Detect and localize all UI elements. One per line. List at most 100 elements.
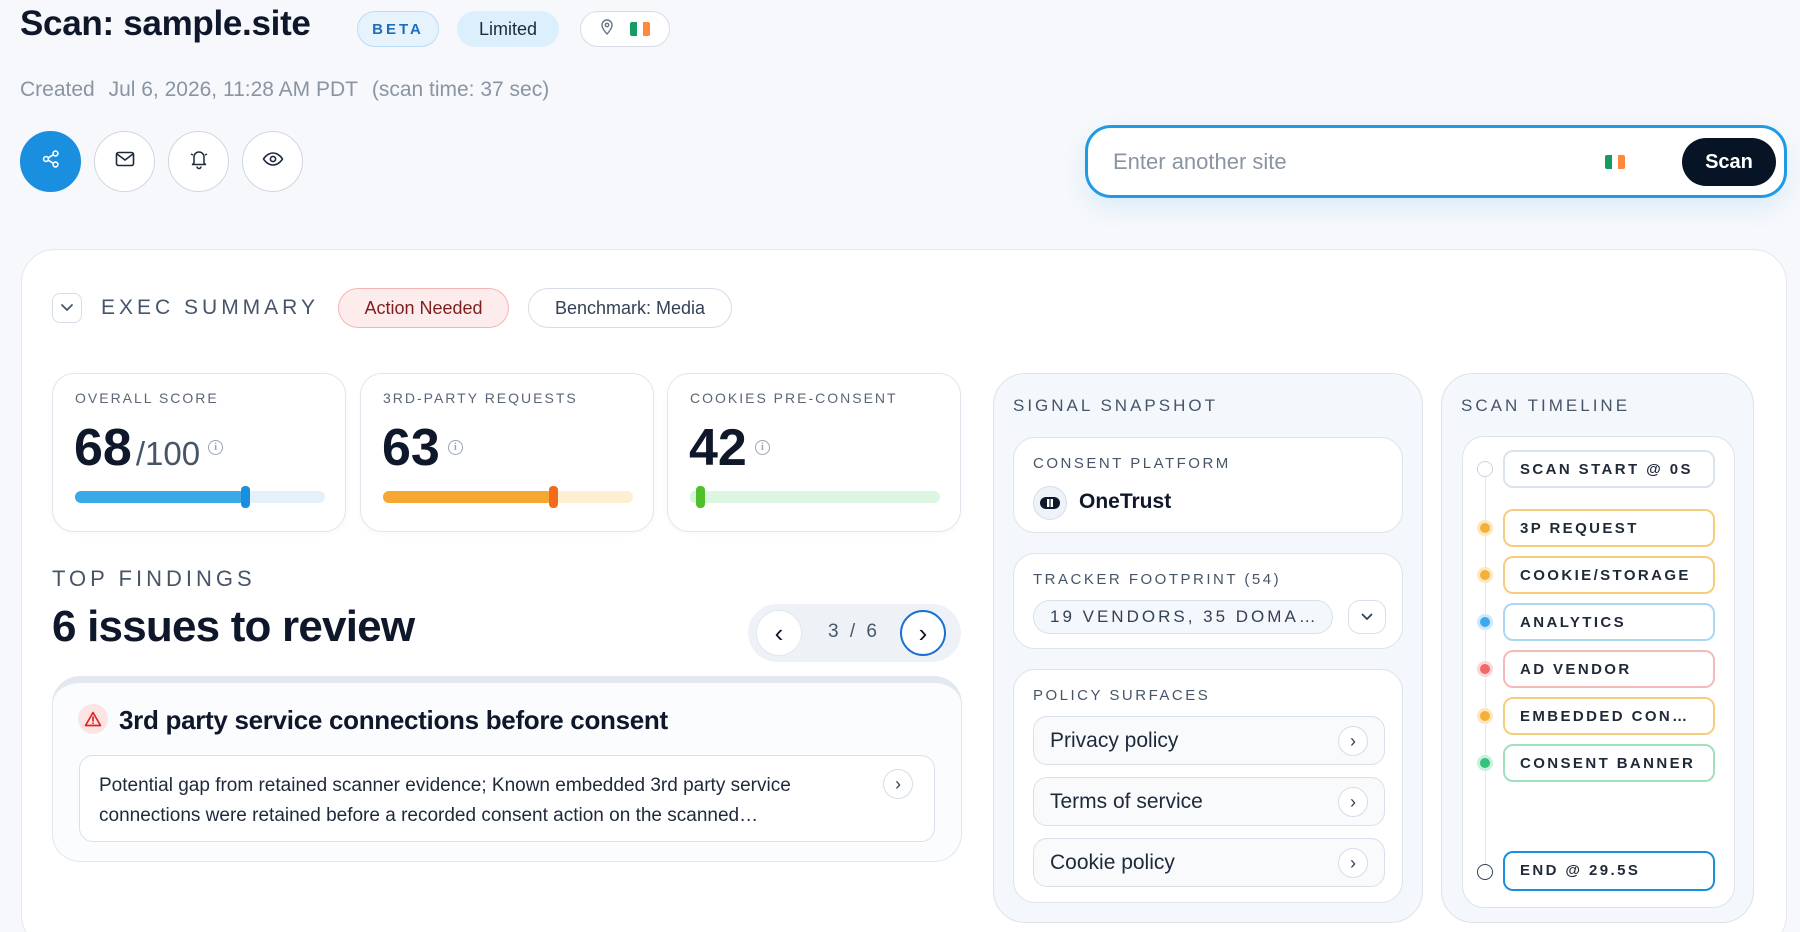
policy-label: Terms of service xyxy=(1050,790,1203,813)
timeline-event[interactable]: CONSENT BANNER xyxy=(1503,744,1715,782)
collapse-button[interactable] xyxy=(52,293,82,323)
progress-fill xyxy=(75,491,245,503)
timeline-event[interactable]: AD VENDOR xyxy=(1503,650,1715,688)
consent-platform-label: CONSENT PLATFORM xyxy=(1033,455,1231,472)
chevron-right-icon: › xyxy=(1338,787,1368,817)
chevron-down-icon xyxy=(60,299,74,317)
timeline-dot xyxy=(1477,614,1493,630)
next-finding-button[interactable]: › xyxy=(900,610,946,656)
metric-card-overall-score: OVERALL SCORE 68/100 i xyxy=(52,373,346,532)
metric-progress-bar xyxy=(690,486,940,508)
policy-surfaces-card: POLICY SURFACES Privacy policy › Terms o… xyxy=(1013,669,1403,903)
policy-label: Cookie policy xyxy=(1050,851,1175,874)
watch-button[interactable] xyxy=(242,131,303,192)
site-search-input[interactable] xyxy=(1113,140,1583,184)
timeline-event[interactable]: COOKIE/STORAGE xyxy=(1503,556,1715,594)
email-button[interactable] xyxy=(94,131,155,192)
warning-icon xyxy=(78,704,108,734)
tracker-footprint-card: TRACKER FOOTPRINT (54) 19 VENDORS, 35 DO… xyxy=(1013,553,1403,649)
progress-thumb xyxy=(696,486,705,508)
timeline-event[interactable]: 3P REQUEST xyxy=(1503,509,1715,547)
tracker-footprint-value: 19 VENDORS, 35 DOMAINS xyxy=(1033,600,1333,634)
timeline-dot xyxy=(1477,567,1493,583)
expand-trackers-button[interactable] xyxy=(1348,600,1386,634)
metric-progress-bar xyxy=(75,486,325,508)
exec-summary-title: EXEC SUMMARY xyxy=(101,296,319,319)
progress-thumb xyxy=(241,486,250,508)
timeline-event[interactable]: SCAN START @ 0S xyxy=(1503,450,1715,488)
metric-card-cookies-pre-consent: COOKIES PRE-CONSENT 42 i xyxy=(667,373,961,532)
beta-badge: BETA xyxy=(357,11,439,47)
scan-button[interactable]: Scan xyxy=(1682,138,1776,186)
info-icon[interactable]: i xyxy=(208,439,224,455)
finding-description: Potential gap from retained scanner evid… xyxy=(99,775,791,826)
eye-icon xyxy=(262,151,284,172)
policy-link-terms[interactable]: Terms of service › xyxy=(1033,777,1385,826)
mail-icon xyxy=(115,151,135,172)
onetrust-logo-icon xyxy=(1033,486,1067,520)
policy-link-cookie[interactable]: Cookie policy › xyxy=(1033,838,1385,887)
timeline-dot xyxy=(1477,520,1493,536)
chevron-down-icon xyxy=(1361,608,1373,626)
chevron-right-icon: › xyxy=(1338,726,1368,756)
signal-snapshot-title: SIGNAL SNAPSHOT xyxy=(1013,396,1218,415)
policy-link-privacy[interactable]: Privacy policy › xyxy=(1033,716,1385,765)
findings-pager: ‹ 3 / 6 › xyxy=(748,604,961,662)
info-icon[interactable]: i xyxy=(447,439,463,455)
finding-detail[interactable]: Potential gap from retained scanner evid… xyxy=(79,755,935,842)
chevron-right-icon: › xyxy=(1338,848,1368,878)
policy-surfaces-label: POLICY SURFACES xyxy=(1033,687,1211,704)
previous-finding-button[interactable]: ‹ xyxy=(756,610,802,656)
pager-text: 3 / 6 xyxy=(828,621,880,642)
chevron-right-icon[interactable]: › xyxy=(883,769,913,799)
benchmark-badge[interactable]: Benchmark: Media xyxy=(528,288,732,328)
metric-label: COOKIES PRE-CONSENT xyxy=(690,390,898,406)
location-selector[interactable] xyxy=(580,11,670,47)
bell-icon xyxy=(189,148,209,175)
progress-thumb xyxy=(549,486,558,508)
timeline-event[interactable]: END @ 29.5S xyxy=(1503,851,1715,891)
created-label: Created xyxy=(20,78,95,101)
metric-progress-bar xyxy=(383,486,633,508)
timeline-dot xyxy=(1477,461,1493,477)
timeline-dot xyxy=(1477,755,1493,771)
consent-platform-card: CONSENT PLATFORM OneTrust xyxy=(1013,437,1403,533)
scan-timeline-card: SCAN TIMELINE SCAN START @ 0S 3P REQUEST… xyxy=(1441,373,1754,923)
info-icon[interactable]: i xyxy=(754,439,770,455)
top-findings-label: TOP FINDINGS xyxy=(52,566,256,591)
timeline-event[interactable]: ANALYTICS xyxy=(1503,603,1715,641)
metric-value: 42 i xyxy=(689,418,770,478)
site-search: Scan xyxy=(1085,125,1787,198)
metric-label: OVERALL SCORE xyxy=(75,390,219,406)
created-date: Jul 6, 2026, 11:28 AM PDT xyxy=(108,78,358,101)
progress-fill xyxy=(383,491,553,503)
metric-value: 63 i xyxy=(382,418,463,478)
share-icon xyxy=(41,149,61,174)
alert-button[interactable] xyxy=(168,131,229,192)
share-button[interactable] xyxy=(20,131,81,192)
tracker-footprint-label: TRACKER FOOTPRINT (54) xyxy=(1033,571,1282,588)
policy-label: Privacy policy xyxy=(1050,729,1179,752)
page-title: Scan: sample.site xyxy=(20,4,311,43)
ireland-flag-icon xyxy=(630,22,650,36)
status-badge: Action Needed xyxy=(338,288,509,328)
ireland-flag-icon[interactable] xyxy=(1605,155,1625,169)
scan-time: (scan time: 37 sec) xyxy=(371,78,550,101)
scan-timeline-title: SCAN TIMELINE xyxy=(1461,396,1631,415)
finding-title: 3rd party service connections before con… xyxy=(119,705,668,735)
timeline-dot xyxy=(1477,708,1493,724)
metric-value: 68/100 i xyxy=(74,418,224,478)
consent-platform-value: OneTrust xyxy=(1079,490,1172,513)
timeline-dot xyxy=(1477,864,1493,880)
top-findings-title: 6 issues to review xyxy=(52,602,415,651)
timeline-dot xyxy=(1477,661,1493,677)
metric-label: 3RD-PARTY REQUESTS xyxy=(383,390,578,406)
metric-suffix: /100 xyxy=(135,435,201,472)
created-info: Created Jul 6, 2026, 11:28 AM PDT (scan … xyxy=(20,78,557,102)
signal-snapshot-card: SIGNAL SNAPSHOT CONSENT PLATFORM OneTrus… xyxy=(993,373,1423,923)
location-pin-icon xyxy=(600,18,614,40)
timeline-event[interactable]: EMBEDDED CONTENT xyxy=(1503,697,1715,735)
metric-card-third-party-requests: 3RD-PARTY REQUESTS 63 i xyxy=(360,373,654,532)
tier-badge: Limited xyxy=(457,11,559,47)
timeline-list: SCAN START @ 0S 3P REQUEST COOKIE/STORAG… xyxy=(1462,436,1735,908)
